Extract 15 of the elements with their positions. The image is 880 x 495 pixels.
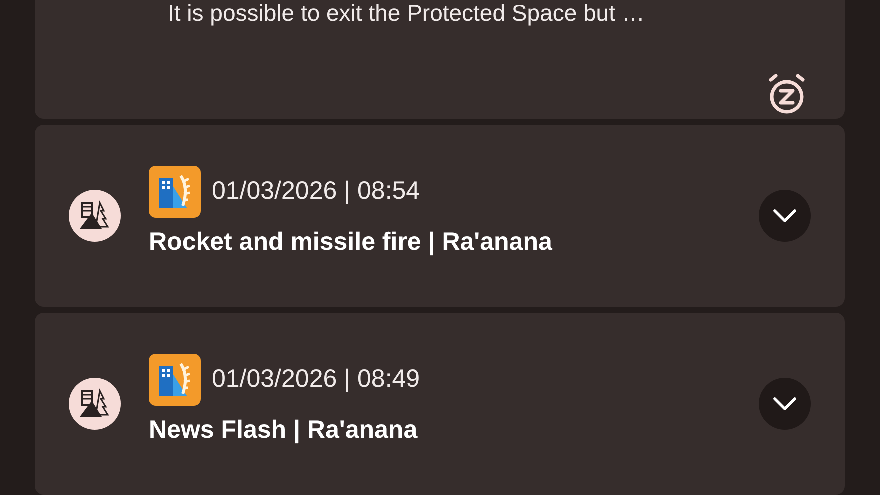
expand-button[interactable]: [759, 190, 811, 242]
expand-button[interactable]: [759, 378, 811, 430]
chevron-icon: [773, 209, 797, 223]
alert-title: News Flash | Ra'anana: [149, 416, 419, 444]
notice-text: It is possible to exit the Protected Space but …: [168, 0, 646, 26]
alert-card[interactable]: 01/03/2026 | 08:49 News Flash | Ra'anana: [35, 313, 845, 495]
missile-alert-icon: [68, 377, 122, 431]
app-icon: [149, 354, 201, 406]
app-icon: [149, 166, 201, 218]
missile-alert-icon: [68, 189, 122, 243]
alert-date-time: 01/03/2026 | 08:54: [212, 177, 420, 206]
chevron-icon: [773, 397, 797, 411]
alert-date-time: 01/03/2026 | 08:49: [212, 365, 420, 394]
alert-title: Rocket and missile fire | Ra'anana: [149, 228, 554, 256]
alert-card[interactable]: 01/03/2026 | 08:54 Rocket and missile fire | Ra'anana: [35, 125, 845, 307]
